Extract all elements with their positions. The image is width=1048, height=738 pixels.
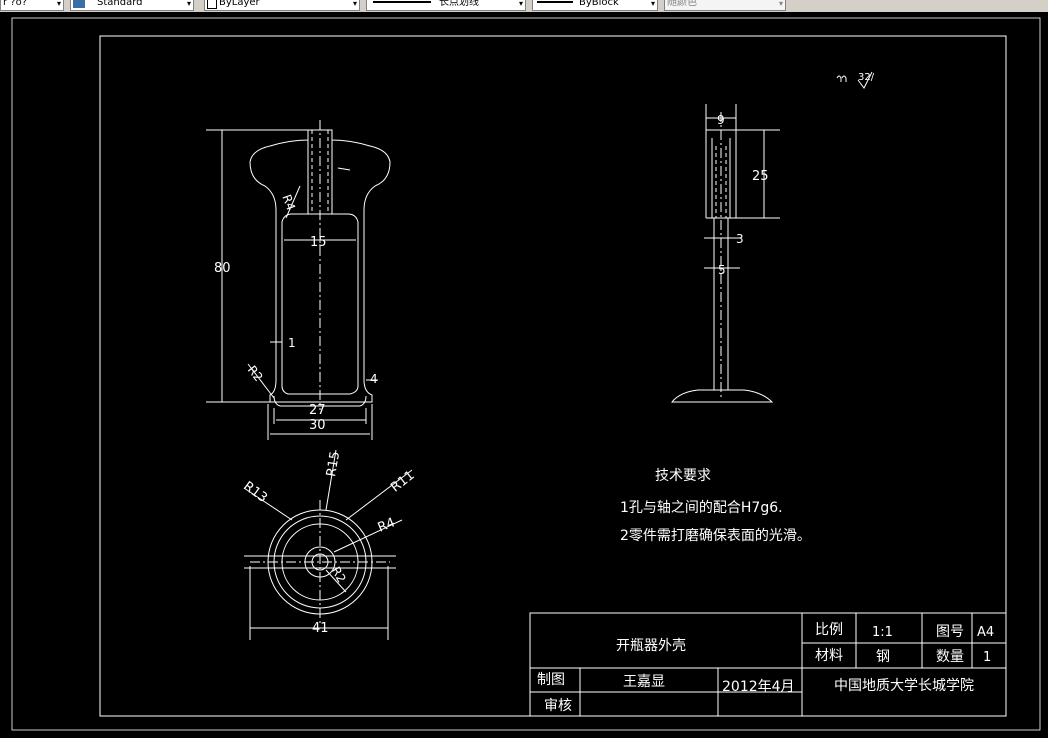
check-label: 审核 [544, 698, 572, 714]
roughness-value: 32/ [858, 72, 875, 83]
dim-30: 30 [309, 418, 326, 433]
lineweight-value: ByBlock [579, 0, 619, 8]
scale-label: 比例 [815, 622, 843, 638]
properties-toolbar: r ?o? ▾ Standard ▾ ByLayer ▾ 长点划线 ▾ ByBl… [0, 0, 1048, 12]
chevron-down-icon: ▾ [56, 0, 61, 8]
dim-1: 1 [288, 336, 296, 350]
dim-25: 25 [752, 169, 769, 184]
layer-value: r ?o? [3, 0, 28, 8]
drawing-canvas[interactable]: 32/ 80 15 1 4 27 30 R4 R2 9 25 3 5 R15 R… [0, 12, 1048, 738]
chevron-down-icon: ▾ [650, 0, 655, 8]
drawing-no-value: A4 [977, 625, 994, 640]
institution: 中国地质大学长城学院 [834, 678, 974, 694]
drawing-date: 2012年4月 [722, 679, 795, 695]
dim-4: 4 [370, 372, 378, 386]
color-swatch-icon [207, 0, 217, 9]
color-dropdown[interactable]: ByLayer ▾ [204, 0, 360, 11]
dim-5: 5 [718, 263, 726, 277]
material-label: 材料 [815, 648, 843, 664]
dim-41: 41 [312, 621, 329, 636]
dim-80: 80 [214, 261, 231, 276]
chevron-down-icon: ▾ [518, 0, 523, 8]
quantity-value: 1 [983, 650, 991, 665]
plot-style-dropdown[interactable]: 随颜色 ▾ [664, 0, 786, 11]
dim-3: 3 [736, 232, 744, 246]
linetype-value: 长点划线 [439, 0, 479, 8]
part-name: 开瓶器外壳 [616, 637, 686, 654]
scale-value: 1:1 [872, 625, 893, 640]
tech-req-title: 技术要求 [655, 468, 711, 484]
chevron-down-icon: ▾ [186, 0, 191, 8]
tech-req-2: 2零件需打磨确保表面的光滑。 [620, 527, 811, 544]
dim-9: 9 [717, 113, 725, 127]
linetype-preview-icon [373, 1, 431, 3]
linetype-dropdown[interactable]: 长点划线 ▾ [366, 0, 526, 11]
tech-req-1: 1孔与轴之间的配合H7g6. [620, 500, 783, 516]
lineweight-preview-icon [537, 1, 573, 3]
chevron-down-icon: ▾ [352, 0, 357, 8]
text-style-icon [73, 0, 85, 8]
quantity-label: 数量 [936, 649, 964, 665]
material-value: 钢 [876, 649, 890, 665]
drawing-no-label: 图号 [936, 624, 964, 640]
dim-27: 27 [309, 403, 326, 418]
plot-style-value: 随颜色 [667, 0, 697, 8]
dim-15: 15 [310, 235, 327, 250]
drawn-by: 王嘉显 [623, 674, 665, 690]
drawn-label: 制图 [537, 672, 565, 688]
chevron-down-icon: ▾ [778, 0, 783, 8]
color-value: ByLayer [219, 0, 260, 8]
text-style-dropdown[interactable]: Standard ▾ [70, 0, 194, 11]
text-style-value: Standard [97, 0, 143, 8]
lineweight-dropdown[interactable]: ByBlock ▾ [532, 0, 658, 11]
layer-dropdown[interactable]: r ?o? ▾ [0, 0, 64, 11]
